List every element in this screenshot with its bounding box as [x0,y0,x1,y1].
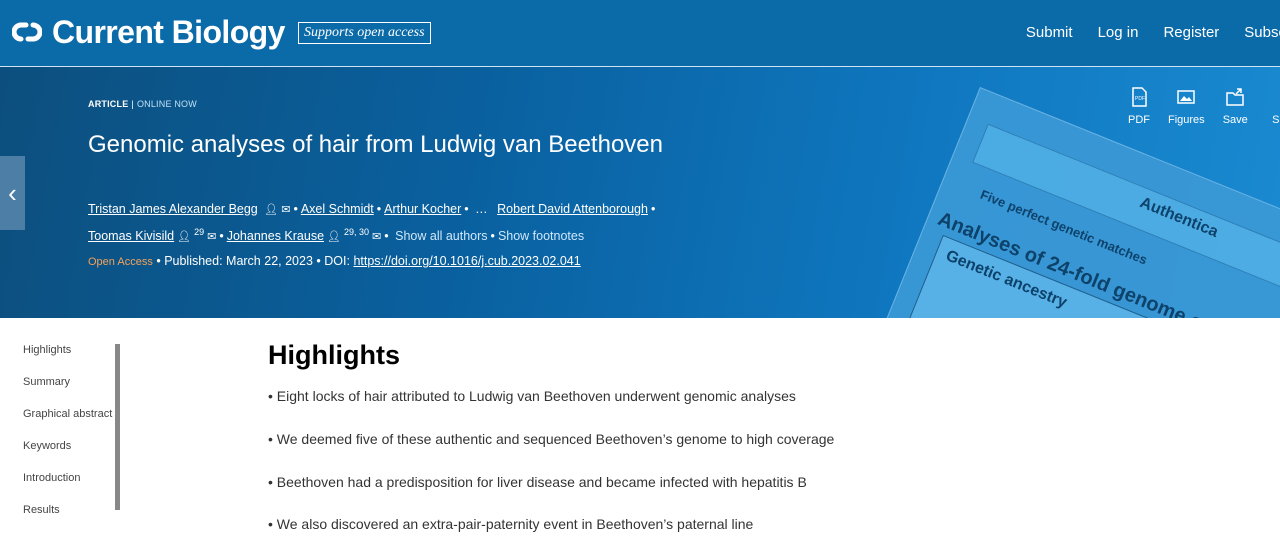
author-name[interactable]: Robert David Attenborough [497,202,648,216]
register-link[interactable]: Register [1163,24,1219,42]
highlight-item: • We also discovered an extra-pair-pater… [268,516,754,532]
author-name[interactable]: Johannes Krause [227,229,324,243]
person-icon[interactable]: 👤︎ [327,226,341,248]
author-name[interactable]: Arthur Kocher [384,202,461,216]
highlight-item: • Eight locks of hair attributed to Ludw… [268,388,796,404]
figures-label: Figures [1168,114,1205,126]
person-icon[interactable]: 👤︎ [177,226,191,248]
article-type-label: ARTICLE [88,99,129,109]
author-name[interactable]: Tristan James Alexander Begg [88,202,258,216]
cover-text: Authentica [1137,194,1221,241]
author-name[interactable]: Toomas Kivisild [88,229,174,243]
pdf-icon: PDF [1132,87,1147,107]
save-label: Save [1222,114,1248,126]
submit-link[interactable]: Submit [1026,24,1073,42]
doi-label: DOI: [324,254,350,268]
online-now-label: ONLINE NOW [136,99,197,109]
article-type: ARTICLE | ONLINE NOW [88,99,197,109]
section-heading: Highlights [268,340,400,370]
publication-info: Open Access • Published: March 22, 2023 … [88,254,581,268]
show-footnotes-link[interactable]: Show footnotes [498,229,584,243]
outline-item-summary[interactable]: Summary [23,372,113,393]
highlights-section: Highlights • Eight locks of hair attribu… [268,338,834,532]
pdf-label: PDF [1128,114,1150,126]
figures-button[interactable]: Figures [1168,87,1205,126]
supports-open-access-badge[interactable]: Supports open access [298,22,431,44]
article-tools: PDF PDF Figures Save S [1128,87,1280,126]
login-link[interactable]: Log in [1098,24,1139,42]
article-outline: Highlights Summary Graphical abstract Ke… [23,340,113,532]
save-folder-icon [1226,88,1244,106]
top-navbar: Current Biology Supports open access Sub… [0,0,1280,67]
author-name[interactable]: Axel Schmidt [301,202,374,216]
highlight-item: • We deemed five of these authentic and … [268,431,835,447]
share-label: S [1272,114,1280,126]
mail-icon[interactable]: ✉ [281,199,290,221]
mail-icon[interactable]: ✉ [372,226,381,248]
article-hero: Authentica Five perfect genetic matches … [0,67,1280,318]
journal-logo[interactable]: Current Biology [12,14,285,50]
person-icon[interactable]: 👤︎ [264,199,278,221]
share-button[interactable]: S [1266,87,1280,126]
save-button[interactable]: Save [1223,87,1248,126]
svg-text:PDF: PDF [1135,96,1145,102]
pdf-button[interactable]: PDF PDF [1128,87,1150,126]
outline-item-highlights[interactable]: Highlights [23,340,113,361]
outline-item-results[interactable]: Results [23,500,113,521]
highlight-item: • Beethoven had a predisposition for liv… [268,474,807,490]
show-all-authors-link[interactable]: Show all authors [395,229,487,243]
article-title: Genomic analyses of hair from Ludwig van… [88,131,663,158]
outline-item-introduction[interactable]: Introduction [23,468,113,489]
author-ellipsis[interactable]: … [475,202,488,216]
open-access-label: Open Access [88,256,153,268]
outline-item-keywords[interactable]: Keywords [23,436,113,457]
author-affiliation: 29 [194,227,205,237]
journal-name: Current Biology [52,14,285,50]
doi-link[interactable]: https://doi.org/10.1016/j.cub.2023.02.04… [353,254,580,268]
image-icon [1177,90,1196,104]
outline-scrollbar[interactable] [115,344,120,510]
published-date: Published: March 22, 2023 [164,254,313,268]
cell-press-logo-icon [12,22,42,42]
share-icon [1266,87,1280,107]
outline-item-graphical-abstract[interactable]: Graphical abstract [23,404,113,425]
chevron-left-icon: ‹ [8,177,17,208]
author-affiliation: 29, 30 [344,227,370,237]
top-nav: Submit Log in Register Subsc [1001,24,1280,42]
subscribe-link[interactable]: Subsc [1244,24,1280,42]
author-list: Tristan James Alexander Begg 👤︎ ✉ • Axel Sc… [88,198,708,248]
mail-icon[interactable]: ✉ [207,226,216,248]
kicker-separator: | [131,99,134,109]
previous-article-button[interactable]: ‹ [0,156,25,230]
